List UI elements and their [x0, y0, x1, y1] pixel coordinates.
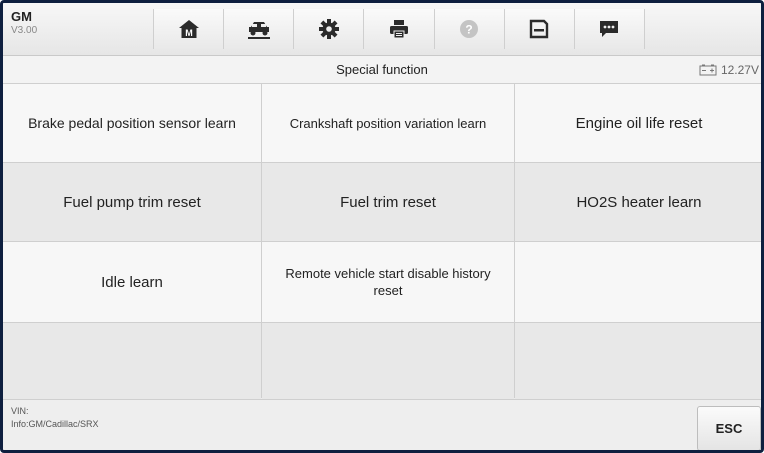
battery-voltage: 12.27V [699, 56, 759, 83]
function-item-empty [515, 323, 761, 401]
special-function-grid: Brake pedal position sensor learn Cranks… [3, 84, 761, 401]
function-item-empty [262, 323, 514, 401]
printer-icon [389, 20, 408, 39]
app-window: GM V3.00 M ? Special function 12.27V Bra… [0, 0, 764, 453]
print-button[interactable] [363, 9, 434, 49]
esc-button[interactable]: ESC [697, 406, 761, 450]
software-version: V3.00 [11, 25, 38, 36]
battery-icon [699, 64, 717, 75]
top-toolbar: GM V3.00 M ? [3, 3, 761, 56]
help-icon: ? [460, 20, 479, 38]
save-button[interactable] [503, 9, 574, 49]
svg-text:?: ? [465, 23, 472, 37]
page-title: Special function [336, 62, 428, 77]
vehicle-lift-button[interactable] [223, 9, 294, 49]
vehicle-lift-icon [247, 22, 270, 39]
vehicle-make: GM [11, 9, 32, 24]
function-item-empty [3, 323, 261, 401]
function-item[interactable]: Remote vehicle start disable history res… [262, 242, 514, 322]
function-item[interactable]: Brake pedal position sensor learn [3, 84, 261, 162]
function-item[interactable]: Crankshaft position variation learn [262, 84, 514, 162]
settings-button[interactable] [293, 9, 364, 49]
title-bar: Special function 12.27V [3, 56, 761, 84]
function-item[interactable]: Engine oil life reset [515, 84, 761, 162]
vehicle-info: Info:GM/Cadillac/SRX [11, 419, 99, 429]
function-item[interactable]: HO2S heater learn [515, 163, 761, 241]
home-icon: M [178, 20, 199, 38]
footer-bar: VIN: Info:GM/Cadillac/SRX ESC [3, 399, 761, 450]
toolbar-buttons: M ? [153, 9, 645, 49]
function-item[interactable]: Fuel pump trim reset [3, 163, 261, 241]
settings-gear-icon [318, 19, 339, 39]
vin-label: VIN: [11, 406, 29, 416]
message-icon [600, 21, 619, 37]
brand-info: GM V3.00 [11, 9, 37, 38]
function-item[interactable]: Idle learn [3, 242, 261, 322]
message-button[interactable] [573, 9, 645, 49]
battery-voltage-value: 12.27V [720, 62, 759, 77]
save-icon [530, 19, 549, 39]
home-button[interactable]: M [153, 9, 224, 49]
help-button[interactable]: ? [433, 9, 504, 49]
svg-text:M: M [185, 28, 193, 38]
function-item[interactable]: Fuel trim reset [262, 163, 514, 241]
function-item-empty [515, 242, 761, 322]
